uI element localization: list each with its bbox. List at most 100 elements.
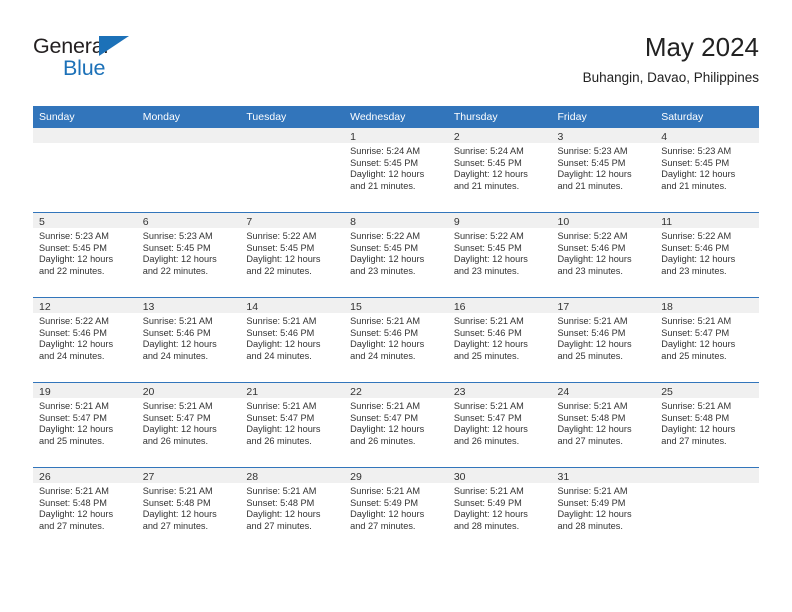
day-number: 21 — [240, 383, 345, 398]
calendar-day-cell[interactable]: 9 Sunrise: 5:22 AM Sunset: 5:45 PM Daylight… — [447, 212, 552, 298]
sunrise-text: Sunrise: 5:21 AM — [557, 401, 628, 411]
calendar-day-cell[interactable]: 28 Sunrise: 5:21 AM Sunset: 5:48 PM Dayligh… — [240, 467, 345, 552]
sunrise-text: Sunrise: 5:21 AM — [246, 316, 317, 326]
calendar-header-row: Sunday Monday Tuesday Wednesday Thursday… — [33, 106, 759, 128]
daylight-text-line1: Daylight: 12 hours — [350, 254, 425, 265]
sunrise-text: Sunrise: 5:21 AM — [39, 401, 109, 411]
sunrise-text: Sunrise: 5:21 AM — [350, 316, 421, 326]
daylight-text-line2: and 28 minutes. — [453, 520, 520, 531]
brand-name-secondary: Blue — [63, 56, 106, 80]
day-number: 4 — [655, 128, 759, 143]
sunset-text: Sunset: 5:45 PM — [142, 242, 211, 253]
daylight-text-line1: Daylight: 12 hours — [39, 509, 114, 520]
day-number: 2 — [447, 128, 552, 143]
daylight-text-line2: and 22 minutes. — [246, 265, 312, 276]
weekday-header-wednesday: Wednesday — [344, 106, 448, 128]
calendar-day-cell[interactable]: 1 Sunrise: 5:24 AM Sunset: 5:45 PM Daylight… — [344, 128, 448, 213]
sunrise-text: Sunrise: 5:21 AM — [453, 316, 524, 326]
sunset-text: Sunset: 5:45 PM — [453, 242, 522, 253]
daylight-text-line2: and 26 minutes. — [246, 435, 312, 446]
day-number: 7 — [240, 213, 345, 228]
sunset-text: Sunset: 5:48 PM — [246, 497, 315, 508]
daylight-text-line2: and 27 minutes. — [142, 520, 209, 531]
calendar-day-cell[interactable]: 31 Sunrise: 5:21 AM Sunset: 5:49 PM Dayligh… — [551, 467, 656, 552]
day-details: Sunrise: 5:22 AM Sunset: 5:46 PM Daylight:… — [655, 228, 759, 277]
calendar-day-cell[interactable]: 26 Sunrise: 5:21 AM Sunset: 5:48 PM Dayligh… — [33, 467, 137, 552]
day-number: 15 — [344, 298, 448, 313]
day-number: 14 — [240, 298, 345, 313]
calendar-day-cell[interactable]: 25 Sunrise: 5:21 AM Sunset: 5:48 PM Dayligh… — [655, 382, 759, 468]
daylight-text-line2: and 23 minutes. — [453, 265, 520, 276]
calendar-day-cell[interactable]: 6 Sunrise: 5:23 AM Sunset: 5:45 PM Daylight… — [136, 212, 241, 298]
calendar-day-cell[interactable]: 29 Sunrise: 5:21 AM Sunset: 5:49 PM Dayligh… — [344, 467, 448, 552]
calendar-day-cell[interactable]: 11 Sunrise: 5:22 AM Sunset: 5:46 PM Dayligh… — [655, 212, 759, 298]
day-details: Sunrise: 5:24 AM Sunset: 5:45 PM Daylight:… — [448, 143, 552, 192]
day-details: Sunrise: 5:22 AM Sunset: 5:45 PM Daylight:… — [240, 228, 344, 277]
daylight-text-line1: Daylight: 12 hours — [557, 339, 632, 350]
calendar-day-cell-empty — [136, 128, 241, 213]
calendar-day-cell[interactable]: 18 Sunrise: 5:21 AM Sunset: 5:47 PM Dayligh… — [655, 297, 759, 383]
daylight-text-line1: Daylight: 12 hours — [246, 509, 321, 520]
daylight-text-line2: and 26 minutes. — [350, 435, 416, 446]
calendar-week-row: 1 Sunrise: 5:24 AM Sunset: 5:45 PM Daylight… — [33, 128, 759, 213]
calendar-day-cell[interactable]: 2 Sunrise: 5:24 AM Sunset: 5:45 PM Daylight… — [447, 128, 552, 213]
calendar-day-cell[interactable]: 12 Sunrise: 5:22 AM Sunset: 5:46 PM Dayligh… — [33, 297, 137, 383]
calendar-day-cell[interactable]: 19 Sunrise: 5:21 AM Sunset: 5:47 PM Dayligh… — [33, 382, 137, 468]
calendar-day-cell[interactable]: 20 Sunrise: 5:21 AM Sunset: 5:47 PM Dayligh… — [136, 382, 241, 468]
day-details: Sunrise: 5:21 AM Sunset: 5:47 PM Daylight:… — [137, 398, 241, 447]
calendar-day-cell[interactable]: 4 Sunrise: 5:23 AM Sunset: 5:45 PM Daylight… — [655, 128, 759, 213]
daylight-text-line2: and 25 minutes. — [661, 350, 727, 361]
calendar-day-cell[interactable]: 14 Sunrise: 5:21 AM Sunset: 5:46 PM Dayligh… — [240, 297, 345, 383]
sunrise-text: Sunrise: 5:21 AM — [350, 486, 421, 496]
day-number: 31 — [551, 468, 656, 483]
calendar-page: General Blue May 2024 Buhangin, Davao, P… — [0, 0, 792, 612]
daylight-text-line2: and 21 minutes. — [350, 180, 416, 191]
sunrise-text: Sunrise: 5:21 AM — [142, 401, 213, 411]
calendar-day-cell[interactable]: 22 Sunrise: 5:21 AM Sunset: 5:47 PM Dayligh… — [344, 382, 448, 468]
daylight-text-line1: Daylight: 12 hours — [39, 339, 114, 350]
calendar-day-cell[interactable]: 27 Sunrise: 5:21 AM Sunset: 5:48 PM Dayligh… — [136, 467, 241, 552]
calendar-day-cell[interactable]: 13 Sunrise: 5:21 AM Sunset: 5:46 PM Dayligh… — [136, 297, 241, 383]
page-title: May 2024 — [644, 32, 759, 62]
calendar-day-cell-empty — [655, 467, 759, 552]
daylight-text-line1: Daylight: 12 hours — [453, 509, 528, 520]
sunset-text: Sunset: 5:48 PM — [661, 412, 730, 423]
calendar-day-cell[interactable]: 23 Sunrise: 5:21 AM Sunset: 5:47 PM Dayligh… — [447, 382, 552, 468]
sunrise-text: Sunrise: 5:21 AM — [557, 316, 628, 326]
daylight-text-line1: Daylight: 12 hours — [453, 169, 528, 180]
calendar-day-cell[interactable]: 5 Sunrise: 5:23 AM Sunset: 5:45 PM Daylight… — [33, 212, 137, 298]
day-number — [136, 128, 241, 143]
sunrise-text: Sunrise: 5:21 AM — [246, 486, 317, 496]
calendar-day-cell[interactable]: 10 Sunrise: 5:22 AM Sunset: 5:46 PM Dayligh… — [551, 212, 656, 298]
calendar-day-cell[interactable]: 21 Sunrise: 5:21 AM Sunset: 5:47 PM Dayligh… — [240, 382, 345, 468]
calendar-day-cell[interactable]: 17 Sunrise: 5:21 AM Sunset: 5:46 PM Dayligh… — [551, 297, 656, 383]
sunset-text: Sunset: 5:46 PM — [350, 327, 419, 338]
day-details: Sunrise: 5:21 AM Sunset: 5:48 PM Daylight:… — [655, 398, 759, 447]
day-details: Sunrise: 5:21 AM Sunset: 5:49 PM Daylight:… — [552, 483, 656, 532]
daylight-text-line2: and 21 minutes. — [453, 180, 520, 191]
sunrise-text: Sunrise: 5:23 AM — [39, 231, 109, 241]
daylight-text-line2: and 28 minutes. — [557, 520, 623, 531]
day-details: Sunrise: 5:23 AM Sunset: 5:45 PM Daylight:… — [552, 143, 656, 192]
day-details: Sunrise: 5:24 AM Sunset: 5:45 PM Daylight:… — [344, 143, 448, 192]
day-details: Sunrise: 5:23 AM Sunset: 5:45 PM Daylight:… — [137, 228, 241, 277]
calendar-day-cell[interactable]: 15 Sunrise: 5:21 AM Sunset: 5:46 PM Dayligh… — [344, 297, 448, 383]
daylight-text-line1: Daylight: 12 hours — [453, 339, 528, 350]
day-number: 8 — [344, 213, 448, 228]
calendar-day-cell[interactable]: 8 Sunrise: 5:22 AM Sunset: 5:45 PM Daylight… — [344, 212, 448, 298]
daylight-text-line2: and 27 minutes. — [246, 520, 312, 531]
day-details: Sunrise: 5:22 AM Sunset: 5:46 PM Daylight:… — [33, 313, 137, 362]
day-number — [655, 468, 759, 483]
day-number: 22 — [344, 383, 448, 398]
daylight-text-line2: and 25 minutes. — [453, 350, 520, 361]
daylight-text-line1: Daylight: 12 hours — [557, 169, 632, 180]
day-number: 1 — [344, 128, 448, 143]
calendar-day-cell[interactable]: 16 Sunrise: 5:21 AM Sunset: 5:46 PM Dayligh… — [447, 297, 552, 383]
title-block: May 2024 Buhangin, Davao, Philippines — [583, 30, 759, 89]
day-details: Sunrise: 5:21 AM Sunset: 5:46 PM Daylight:… — [240, 313, 344, 362]
brand-logo[interactable]: General Blue — [33, 34, 213, 92]
calendar-day-cell[interactable]: 3 Sunrise: 5:23 AM Sunset: 5:45 PM Daylight… — [551, 128, 656, 213]
calendar-day-cell[interactable]: 24 Sunrise: 5:21 AM Sunset: 5:48 PM Dayligh… — [551, 382, 656, 468]
calendar-day-cell[interactable]: 30 Sunrise: 5:21 AM Sunset: 5:49 PM Dayligh… — [447, 467, 552, 552]
calendar-day-cell[interactable]: 7 Sunrise: 5:22 AM Sunset: 5:45 PM Daylight… — [240, 212, 345, 298]
